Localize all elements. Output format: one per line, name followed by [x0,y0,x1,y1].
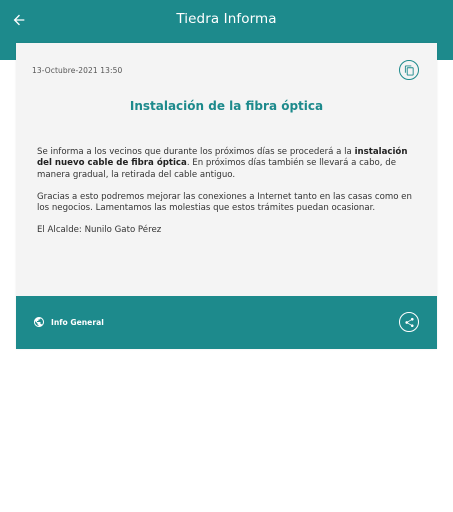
post-signature: El Alcalde: Nunilo Gato Pérez [37,225,162,236]
post-paragraph-1: Se informa a los vecinos que durante los… [37,147,421,181]
post-date: 13-Octubre-2021 13:50 [32,66,123,75]
app-screen: Tiedra Informa 13-Octubre-2021 13:50 Ins… [0,0,453,512]
post-paragraph-1-pre: Se informa a los vecinos que durante los… [37,147,355,157]
globe-icon [33,316,45,328]
app-title: Tiedra Informa [176,11,277,27]
share-icon [404,317,414,327]
post-paragraph-2: Gracias a esto podremos mejorar las cone… [37,191,412,214]
copy-icon [404,64,414,76]
news-card: 13-Octubre-2021 13:50 Instalación de la … [16,43,437,349]
card-footer: Info General [16,296,437,349]
share-button[interactable] [399,312,419,332]
category-tag: Info General [33,316,104,328]
post-body: Se informa a los vecinos que durante los… [37,147,421,248]
copy-button[interactable] [399,60,419,80]
category-label: Info General [51,317,104,327]
post-title: Instalación de la fibra óptica [129,99,324,113]
